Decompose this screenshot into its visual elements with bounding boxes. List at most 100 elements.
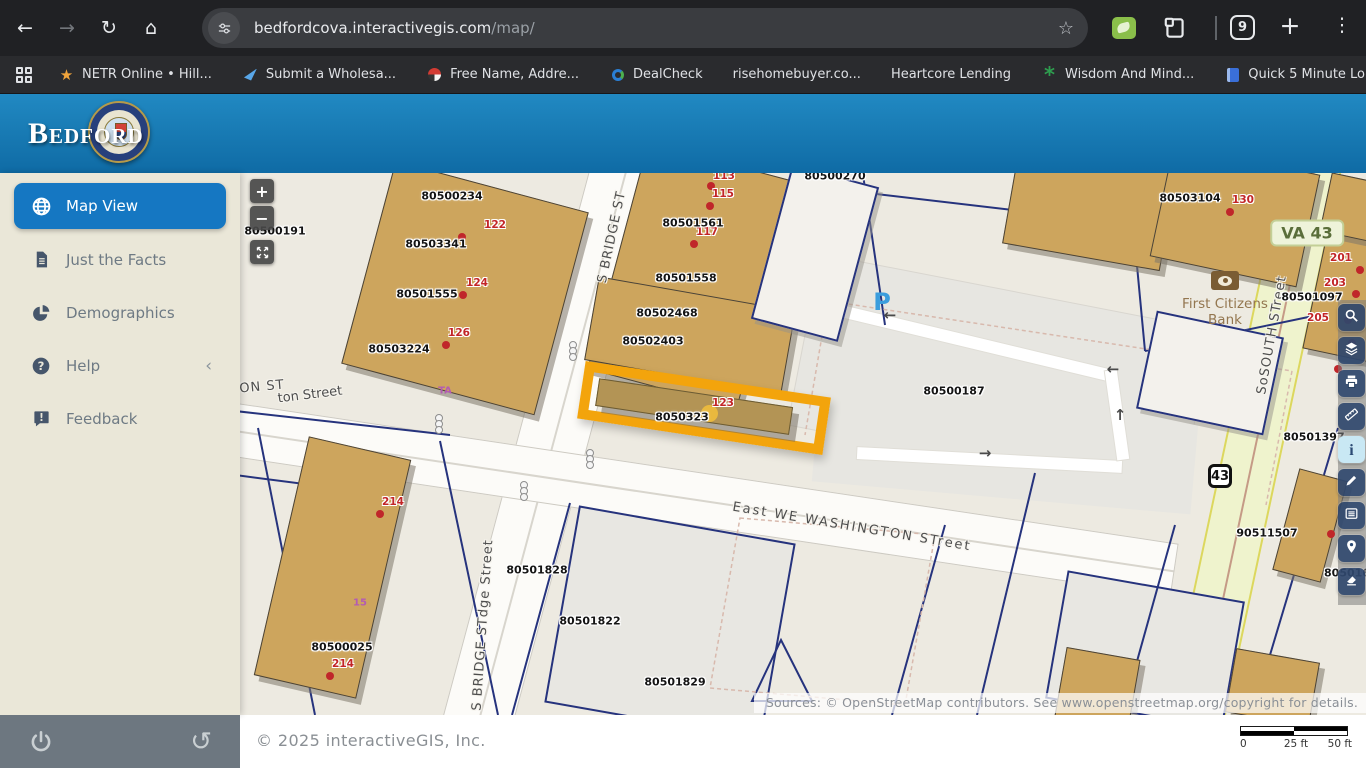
parcel-label: 80501822 [559, 615, 620, 628]
parcel-label: 80501829 [644, 676, 705, 689]
route-shield-va43: VA 43 [1270, 220, 1344, 247]
home-icon[interactable]: ⌂ [134, 11, 168, 45]
sidebar-item-map-view[interactable]: Map View [14, 183, 226, 229]
bookmark-item[interactable]: DealCheck [609, 67, 703, 83]
bookmark-label: Free Name, Addre... [450, 67, 579, 82]
bookmark-item[interactable]: ★NETR Online • Hill... [58, 67, 212, 83]
site-settings-icon[interactable] [208, 12, 240, 44]
svg-text:!: ! [39, 412, 44, 424]
lane-direction-arrow-icon: → [979, 444, 992, 462]
layers-icon [1344, 341, 1359, 360]
bookmark-item[interactable]: risehomebuyer.co... [733, 67, 861, 82]
reset-view-icon[interactable]: ↺ [190, 729, 212, 755]
copyright-text: © 2025 interactiveGIS, Inc. [256, 731, 486, 750]
traffic-signal-icon [435, 416, 443, 434]
apps-grid-icon[interactable] [16, 67, 32, 83]
tab-counter-button[interactable]: 9 [1230, 15, 1255, 40]
address-point-dot [1327, 530, 1335, 538]
map-attribution: Sources: © OpenStreetMap contributors. S… [754, 693, 1366, 713]
help-icon: ? [30, 355, 52, 377]
map-tool-rail: i [1338, 304, 1365, 601]
address-number-label: 205 [1307, 312, 1329, 324]
browser-toolbar: ← → ↻ ⌂ bedfordcova.interactivegis.com/m… [0, 0, 1366, 56]
bookmark-star-icon[interactable]: ☆ [1058, 18, 1074, 39]
sidebar-item-label: Map View [66, 197, 138, 215]
traffic-signal-icon [586, 451, 594, 469]
bookmark-label: Quick 5 Minute Lo... [1248, 67, 1366, 82]
sidebar-nav: Map View Just the Facts Demographics ?Help‹… [0, 183, 240, 445]
parcel-label: 80503224 [368, 343, 429, 356]
address-point-dot [1356, 266, 1364, 274]
screen: ← → ↻ ⌂ bedfordcova.interactivegis.com/m… [0, 0, 1366, 768]
bookmark-item[interactable]: Quick 5 Minute Lo... [1224, 67, 1366, 83]
url-bar[interactable]: bedfordcova.interactivegis.com/map/ ☆ [202, 8, 1088, 48]
extension-icon[interactable] [1112, 17, 1136, 39]
parcel-label: 80501397 [1283, 431, 1344, 444]
map-canvas[interactable]: VA 43 43 P First CitizensBank + − i Sour… [240, 173, 1366, 715]
sidebar-item-label: Demographics [66, 304, 175, 322]
extensions-menu-icon[interactable] [1162, 15, 1188, 41]
map-annotation: TA [438, 386, 452, 397]
book-icon [1224, 67, 1241, 83]
parcel-label: 80501561 [662, 217, 723, 230]
search-tool-button[interactable] [1338, 304, 1365, 331]
address-number-label: 130 [1232, 194, 1254, 206]
parcel-label: 80503341 [405, 238, 466, 251]
bookmark-item[interactable]: Heartcore Lending [891, 67, 1011, 82]
zoom-out-button[interactable]: − [250, 206, 274, 230]
eraser-tool-button[interactable] [1338, 568, 1365, 595]
bookmark-item[interactable]: Free Name, Addre... [426, 67, 579, 83]
table-tool-button[interactable] [1338, 502, 1365, 529]
print-icon [1344, 374, 1359, 393]
bookmark-label: NETR Online • Hill... [82, 67, 212, 82]
sidebar: Map View Just the Facts Demographics ?Help‹… [0, 173, 240, 715]
map-annotation: 15 [353, 598, 367, 609]
parcel-label: 80501558 [655, 272, 716, 285]
measure-tool-button[interactable] [1338, 403, 1365, 430]
address-point-dot [706, 202, 714, 210]
parcel-label: 80500187 [923, 385, 984, 398]
parcel-label: 80500270 [804, 173, 865, 183]
globe-icon [30, 195, 52, 217]
info-tool-button[interactable]: i [1338, 436, 1365, 463]
draw-tool-button[interactable] [1338, 469, 1365, 496]
parcel-label: 80502403 [622, 335, 683, 348]
layers-tool-button[interactable] [1338, 337, 1365, 364]
sidebar-item-demographics[interactable]: Demographics [0, 286, 240, 339]
sidebar-item-just-the-facts[interactable]: Just the Facts [0, 233, 240, 286]
traffic-signal-icon [569, 343, 577, 361]
address-point-dot [376, 510, 384, 518]
address-number-label: 214 [382, 496, 404, 508]
footer-bar: © 2025 interactiveGIS, Inc. 0 25 ft 50 f… [240, 715, 1366, 768]
bookmark-item[interactable]: *Wisdom And Mind... [1041, 67, 1194, 83]
svg-text:?: ? [38, 359, 45, 373]
app-header: Bedford County iGIS [0, 94, 1366, 173]
bookmarks-bar: ★NETR Online • Hill... Submit a Wholesa..… [0, 56, 1366, 94]
back-icon[interactable]: ← [8, 11, 42, 45]
map-scale-bar: 0 25 ft 50 ft [1240, 726, 1352, 752]
parcel-label: 90511507 [1236, 527, 1297, 540]
location-tool-button[interactable] [1338, 535, 1365, 562]
address-number-label: 113 [713, 173, 735, 182]
browser-menu-icon[interactable]: ⋮ [1330, 14, 1354, 42]
bookmark-label: Submit a Wholesa... [266, 67, 396, 82]
poi-first-citizens-bank: First CitizensBank [1170, 271, 1280, 328]
zoom-in-button[interactable]: + [250, 179, 274, 203]
bookmark-item[interactable]: Submit a Wholesa... [242, 67, 396, 83]
parcel-label: 80501555 [396, 288, 457, 301]
sidebar-item-feedback[interactable]: !Feedback [0, 392, 240, 445]
forward-icon[interactable]: → [50, 11, 84, 45]
new-tab-button[interactable]: + [1274, 11, 1306, 43]
measure-icon [1344, 407, 1359, 426]
parcel-label: 8050323 [655, 411, 709, 424]
sidebar-item-help[interactable]: ?Help‹ [0, 339, 240, 392]
bookmark-label: risehomebuyer.co... [733, 67, 861, 82]
zoom-extent-button[interactable] [250, 240, 274, 264]
power-icon[interactable] [28, 729, 54, 755]
wing-icon [242, 67, 259, 83]
print-tool-button[interactable] [1338, 370, 1365, 397]
map-zoom-controls: + − [250, 179, 274, 267]
deal-icon [609, 67, 626, 83]
reload-icon[interactable]: ↻ [92, 11, 126, 45]
chevron-left-icon: ‹ [205, 356, 212, 376]
